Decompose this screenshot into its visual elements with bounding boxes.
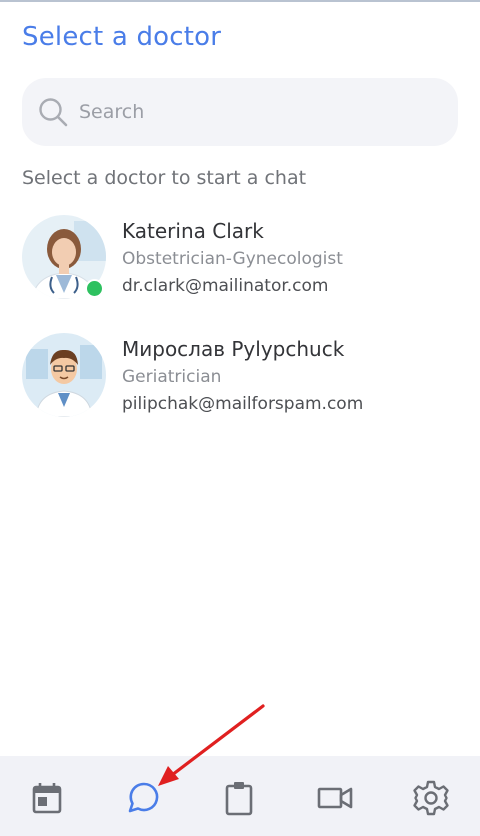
doctor-email: pilipchak@mailforspam.com <box>122 394 364 414</box>
tab-settings[interactable] <box>411 778 451 818</box>
chat-icon <box>128 782 159 813</box>
doctor-list-item[interactable]: Katerina Clark Obstetrician-Gynecologist… <box>22 215 458 303</box>
doctor-specialty: Geriatrician <box>122 367 222 387</box>
search-icon <box>39 98 68 127</box>
doctor-specialty: Obstetrician-Gynecologist <box>122 249 343 269</box>
settings-icon <box>413 780 449 816</box>
doctor-name: Katerina Clark <box>122 219 264 243</box>
tab-calendar[interactable] <box>27 778 67 818</box>
online-status-dot <box>85 279 104 298</box>
tab-video[interactable] <box>315 778 355 818</box>
search-input[interactable]: Search <box>79 101 144 123</box>
video-icon <box>317 787 353 809</box>
doctor-name: Мирослав Pylypchuck <box>122 337 345 361</box>
section-subtitle: Select a doctor to start a chat <box>22 167 307 189</box>
search-bar[interactable]: Search <box>22 78 458 146</box>
bottom-tab-bar <box>0 756 480 836</box>
top-divider <box>0 0 480 2</box>
page-title: Select a doctor <box>22 22 222 52</box>
calendar-icon <box>32 783 62 814</box>
tab-chat[interactable] <box>123 778 163 818</box>
doctor-list-item[interactable]: Мирослав Pylypchuck Geriatrician pilipch… <box>22 333 458 421</box>
tab-records[interactable] <box>219 778 259 818</box>
avatar <box>22 333 106 417</box>
clipboard-icon <box>225 782 253 816</box>
doctor-email: dr.clark@mailinator.com <box>122 276 329 296</box>
